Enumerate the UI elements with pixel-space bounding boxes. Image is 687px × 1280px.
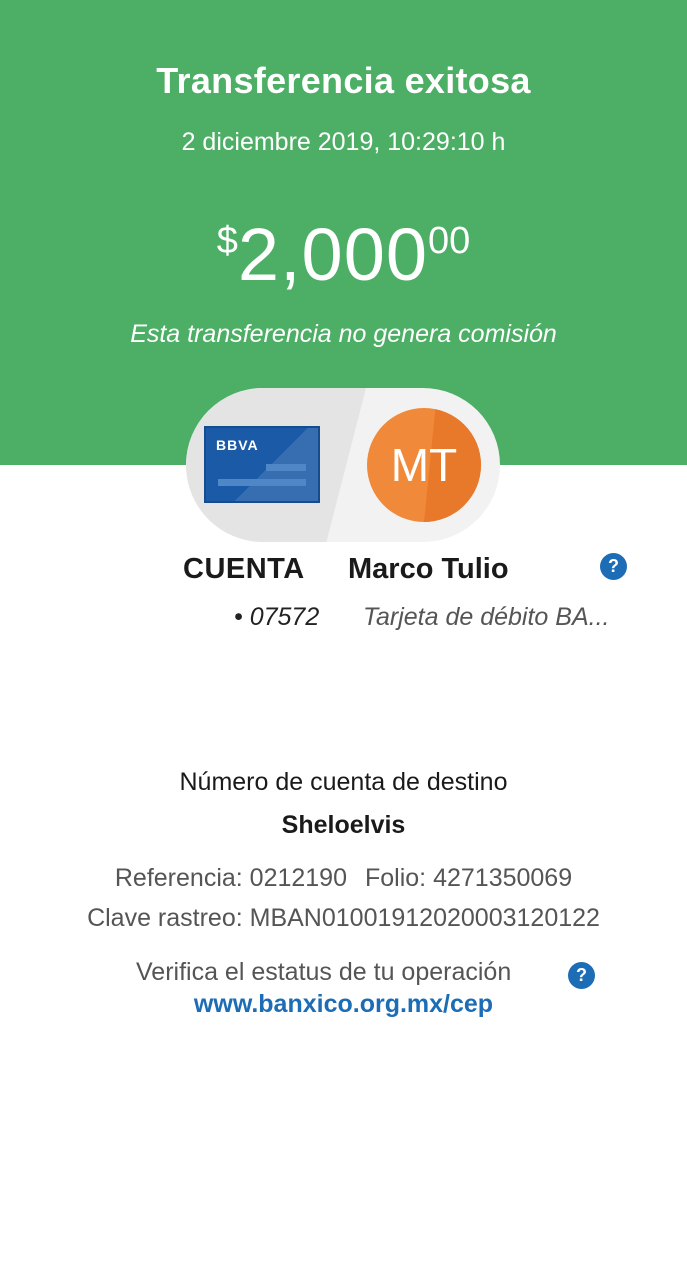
payee-help-icon[interactable]: ? bbox=[600, 553, 627, 580]
verify-status-text: Verifica el estatus de tu operación bbox=[136, 958, 512, 986]
tracking-key: Clave rastreo: MBAN01001912020003120122 bbox=[87, 904, 600, 932]
payee-avatar: MT bbox=[367, 408, 481, 522]
folio-text: Folio: 4271350069 bbox=[365, 864, 573, 892]
bbva-card-icon: BBVA bbox=[204, 426, 320, 503]
payee-account-type: Tarjeta de débito BA... bbox=[363, 603, 610, 631]
banxico-cep-link[interactable]: www.banxico.org.mx/cep bbox=[0, 990, 687, 1019]
payee-initials: MT bbox=[390, 439, 458, 491]
destination-label: Número de cuenta de destino bbox=[179, 768, 508, 796]
page-title: Transferencia exitosa bbox=[156, 60, 531, 101]
reference-text: Referencia: 0212190 bbox=[114, 864, 347, 892]
commission-note: Esta transferencia no genera comisión bbox=[130, 320, 557, 348]
transfer-participants: BBVA MT bbox=[186, 388, 500, 542]
verify-help-icon[interactable]: ? bbox=[568, 962, 595, 989]
origin-account-label: CUENTA bbox=[183, 553, 305, 585]
transfer-datetime: 2 diciembre 2019, 10:29:10 h bbox=[181, 128, 506, 156]
amount-integer: 2,000 bbox=[237, 213, 429, 296]
amount-decimals: 00 bbox=[428, 220, 471, 262]
card-brand: BBVA bbox=[216, 437, 259, 453]
transfer-amount: $2,00000 bbox=[0, 218, 687, 292]
amount-currency: $ bbox=[216, 220, 238, 262]
origin-account-number: • 07572 bbox=[234, 603, 320, 631]
payee-name: Marco Tulio bbox=[348, 553, 509, 585]
reference-folio-line: Referencia: 0212190 Folio: 4271350069 bbox=[0, 864, 687, 893]
destination-value: Sheloelvis bbox=[281, 811, 406, 839]
